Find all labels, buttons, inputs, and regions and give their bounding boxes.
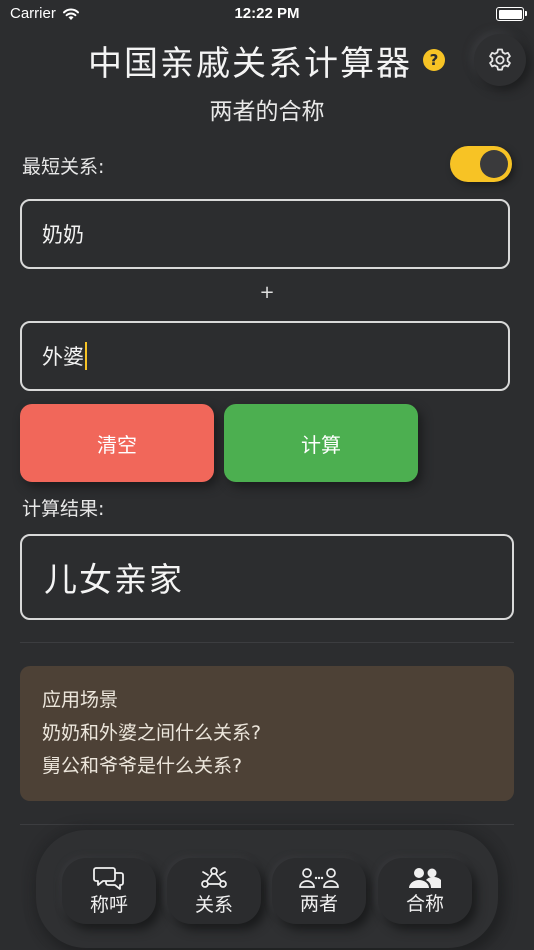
first-person-value: 奶奶 xyxy=(42,223,84,247)
result-value: 儿女亲家 xyxy=(44,560,184,599)
scenarios-card: 应用场景 奶奶和外婆之间什么关系? 舅公和爷爷是什么关系? xyxy=(20,666,514,801)
battery-icon xyxy=(496,7,527,21)
tab-appellation[interactable]: 称呼 xyxy=(62,858,156,924)
clear-button[interactable]: 清空 xyxy=(20,404,214,482)
scenarios-title: 应用场景 xyxy=(42,689,119,711)
gear-icon xyxy=(489,48,511,71)
result-label: 计算结果: xyxy=(22,498,105,520)
scenario-line[interactable]: 奶奶和外婆之间什么关系? xyxy=(42,717,492,750)
status-bar: Carrier 12:22 PM xyxy=(0,0,534,28)
calculate-button[interactable]: 计算 xyxy=(224,404,418,482)
plus-sign: + xyxy=(259,282,275,303)
tab-label: 两者 xyxy=(299,892,338,915)
tab-collective[interactable]: 合称 xyxy=(378,858,472,924)
settings-button[interactable] xyxy=(474,34,526,86)
tab-label: 称呼 xyxy=(89,893,128,916)
clear-button-label: 清空 xyxy=(97,432,137,457)
group-icon xyxy=(409,867,441,888)
tab-label: 合称 xyxy=(405,892,444,915)
shortest-label: 最短关系: xyxy=(22,156,105,178)
toggle-knob xyxy=(480,150,508,178)
second-person-value: 外婆 xyxy=(42,345,84,369)
calculate-button-label: 计算 xyxy=(301,432,341,457)
tab-label: 关系 xyxy=(194,893,233,916)
result-box: 儿女亲家 xyxy=(20,534,514,620)
scenario-line[interactable]: 舅公和爷爷是什么关系? xyxy=(42,750,492,783)
shortest-toggle[interactable] xyxy=(450,146,512,182)
status-time: 12:22 PM xyxy=(234,5,300,22)
divider xyxy=(20,824,514,825)
text-cursor xyxy=(85,342,87,370)
first-person-input[interactable]: 奶奶 xyxy=(20,199,510,269)
tab-relation[interactable]: 关系 xyxy=(167,858,261,924)
help-icon[interactable]: ? xyxy=(423,49,445,71)
subtitle: 两者的合称 xyxy=(209,99,325,125)
relation-triangle-icon xyxy=(201,866,227,888)
tab-both[interactable]: 两者 xyxy=(272,858,366,924)
two-persons-icon xyxy=(299,867,339,888)
second-person-input[interactable]: 外婆 xyxy=(20,321,510,391)
chat-bubbles-icon xyxy=(93,866,124,890)
divider xyxy=(20,642,514,643)
